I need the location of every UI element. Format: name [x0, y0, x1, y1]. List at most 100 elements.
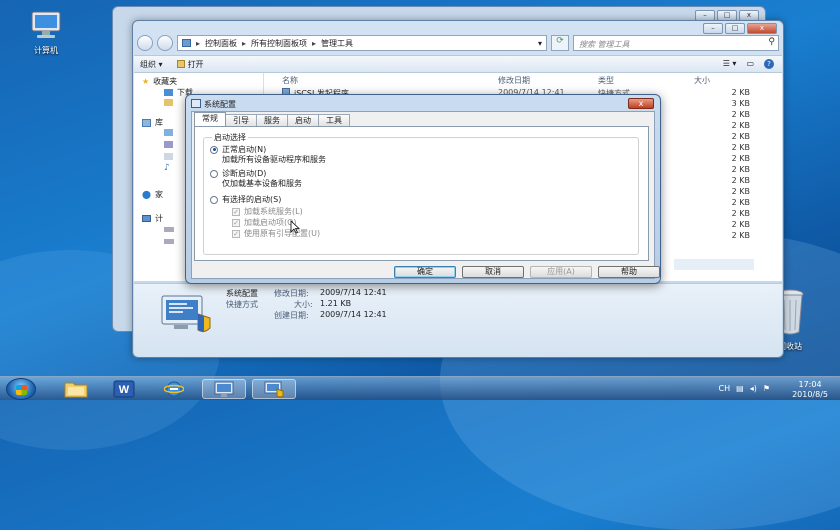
- diagnostic-startup-desc-text: 仅加载基本设备和服务: [222, 179, 302, 188]
- nav-computer[interactable]: 计: [142, 213, 163, 224]
- breadcrumb-separator: ▸: [312, 38, 317, 48]
- nav-folder-icon: [164, 99, 173, 106]
- column-size[interactable]: 大小: [694, 75, 710, 86]
- selective-startup-radio[interactable]: [210, 195, 218, 204]
- open-button[interactable]: 打开: [176, 59, 204, 70]
- organize-button[interactable]: 组织 ▾: [140, 59, 163, 70]
- flag-icon[interactable]: ⚑: [763, 384, 770, 393]
- use-original-boot-option[interactable]: ✓ 使用原有引导配置(U): [232, 228, 320, 239]
- help-icon[interactable]: ?: [764, 59, 774, 69]
- normal-startup-radio[interactable]: [210, 145, 218, 154]
- nav-libraries-label: 库: [155, 118, 163, 127]
- selective-startup-option[interactable]: 有选择的启动(S): [210, 194, 281, 205]
- normal-startup-desc-text: 加载所有设备驱动程序和服务: [222, 155, 326, 164]
- command-bar: 组织 ▾ 打开 ☰ ▾ ▭ ?: [134, 55, 782, 73]
- clock-time: 17:04: [798, 380, 822, 389]
- file-size: 2 KB: [731, 176, 750, 185]
- star-icon: ★: [142, 77, 150, 86]
- dialog-title: 系统配置: [204, 100, 236, 109]
- diagnostic-startup-radio[interactable]: [210, 169, 218, 178]
- system-tray: CH ▤ ◂) ⚑: [719, 384, 770, 393]
- svg-text:W: W: [119, 384, 130, 396]
- drive-icon: [164, 227, 174, 232]
- taskbar-explorer-button[interactable]: [54, 379, 98, 399]
- help-button[interactable]: 帮助: [598, 266, 660, 278]
- file-size: 2 KB: [731, 231, 750, 240]
- dialog-body: 常规 引导 服务 启动 工具 启动选择 正常启动(N) 加载所有设备驱动程序和服…: [191, 111, 660, 279]
- tab-startup[interactable]: 启动: [287, 114, 319, 126]
- checkbox-checked-icon[interactable]: ✓: [232, 229, 240, 238]
- startup-selection-title: 启动选择: [212, 132, 248, 143]
- address-dropdown-icon[interactable]: ▾: [538, 39, 542, 48]
- tab-boot[interactable]: 引导: [225, 114, 257, 126]
- checkbox-checked-icon[interactable]: ✓: [232, 218, 240, 227]
- nav-favorites[interactable]: ★ 收藏夹: [142, 76, 177, 87]
- breadcrumb-admin-tools[interactable]: 管理工具: [321, 38, 353, 49]
- tab-general[interactable]: 常规: [194, 112, 226, 126]
- selective-startup-label: 有选择的启动(S): [222, 195, 282, 204]
- dialog-close-button[interactable]: x: [628, 98, 654, 109]
- file-size: 2 KB: [731, 110, 750, 119]
- breadcrumb-control-panel[interactable]: 控制面板: [205, 38, 237, 49]
- nav-libraries[interactable]: 库: [142, 117, 163, 128]
- network-icon[interactable]: ▤: [736, 384, 744, 393]
- tab-tools[interactable]: 工具: [318, 114, 350, 126]
- start-button[interactable]: [6, 378, 36, 400]
- download-folder-icon: [164, 89, 173, 96]
- apply-button[interactable]: 应用(A): [530, 266, 592, 278]
- desktop-computer-icon[interactable]: 计算机: [14, 10, 78, 56]
- nav-homegroup[interactable]: ⬤ 家: [142, 189, 163, 200]
- msconfig-icon: [191, 99, 201, 108]
- breadcrumb-all-items[interactable]: 所有控制面板项: [251, 38, 307, 49]
- file-size: 2 KB: [731, 187, 750, 196]
- taskbar-clock[interactable]: 17:04 2010/8/5: [792, 380, 828, 400]
- windows-logo-icon: [16, 385, 27, 395]
- details-pane: 系统配置 快捷方式 修改日期: 2009/7/14 12:41 大小: 1.21…: [134, 283, 782, 357]
- taskbar-word-button[interactable]: W: [102, 379, 146, 399]
- msconfig-dialog[interactable]: 系统配置 x 常规 引导 服务 启动 工具 启动选择 正常启动(N) 加载所有设…: [185, 94, 661, 284]
- address-row: ▸ 控制面板 ▸ 所有控制面板项 ▸ 管理工具 ▾ ⟳ 搜索 管理工具 ⚲: [137, 33, 779, 53]
- volume-icon[interactable]: ◂): [750, 384, 757, 393]
- language-indicator[interactable]: CH: [719, 384, 731, 393]
- details-created-label: 创建日期:: [274, 311, 309, 320]
- search-input[interactable]: 搜索 管理工具 ⚲: [573, 35, 779, 51]
- taskbar-control-panel-button[interactable]: [202, 379, 246, 399]
- column-type[interactable]: 类型: [598, 75, 614, 86]
- file-size: 3 KB: [731, 99, 750, 108]
- control-panel-icon: [214, 381, 234, 397]
- selected-row-highlight: [674, 259, 754, 270]
- taskbar: W CH ▤ ◂) ⚑ 17:04 2010/8/5: [0, 376, 840, 400]
- column-name[interactable]: 名称: [282, 75, 298, 86]
- dialog-tabs: 常规 引导 服务 启动 工具: [194, 112, 350, 126]
- details-modified-value: 2009/7/14 12:41: [320, 288, 387, 297]
- internet-explorer-icon: [164, 381, 184, 397]
- taskbar-msconfig-button[interactable]: [252, 379, 296, 399]
- cancel-button[interactable]: 取消: [462, 266, 524, 278]
- mouse-cursor-icon: [290, 220, 300, 234]
- file-size: 2 KB: [731, 143, 750, 152]
- homegroup-icon: ⬤: [142, 190, 151, 199]
- taskbar-ie-button[interactable]: [152, 379, 196, 399]
- checkbox-checked-icon[interactable]: ✓: [232, 207, 240, 216]
- back-button[interactable]: [137, 35, 153, 51]
- nav-homegroup-label: 家: [154, 190, 163, 199]
- column-headers: 名称 修改日期 类型 大小: [276, 73, 776, 87]
- file-size: 2 KB: [731, 198, 750, 207]
- address-bar[interactable]: ▸ 控制面板 ▸ 所有控制面板项 ▸ 管理工具 ▾: [177, 35, 547, 51]
- details-created-value: 2009/7/14 12:41: [320, 310, 387, 319]
- normal-startup-desc: 加载所有设备驱动程序和服务: [222, 154, 326, 165]
- load-startup-items-label: 加载启动项(O): [244, 218, 297, 227]
- details-type: 快捷方式: [226, 300, 258, 309]
- file-size: 2 KB: [731, 209, 750, 218]
- word-icon: W: [113, 380, 135, 398]
- ok-button[interactable]: 确定: [394, 266, 456, 278]
- control-panel-icon: [182, 39, 191, 47]
- column-modified[interactable]: 修改日期: [498, 75, 530, 86]
- preview-pane-icon[interactable]: ▭: [746, 59, 754, 69]
- view-options-icon[interactable]: ☰ ▾: [723, 59, 737, 69]
- forward-button[interactable]: [157, 35, 173, 51]
- load-startup-items-option[interactable]: ✓ 加载启动项(O): [232, 217, 297, 228]
- load-system-services-option[interactable]: ✓ 加载系统服务(L): [232, 206, 303, 217]
- refresh-button[interactable]: ⟳: [551, 35, 569, 51]
- tab-services[interactable]: 服务: [256, 114, 288, 126]
